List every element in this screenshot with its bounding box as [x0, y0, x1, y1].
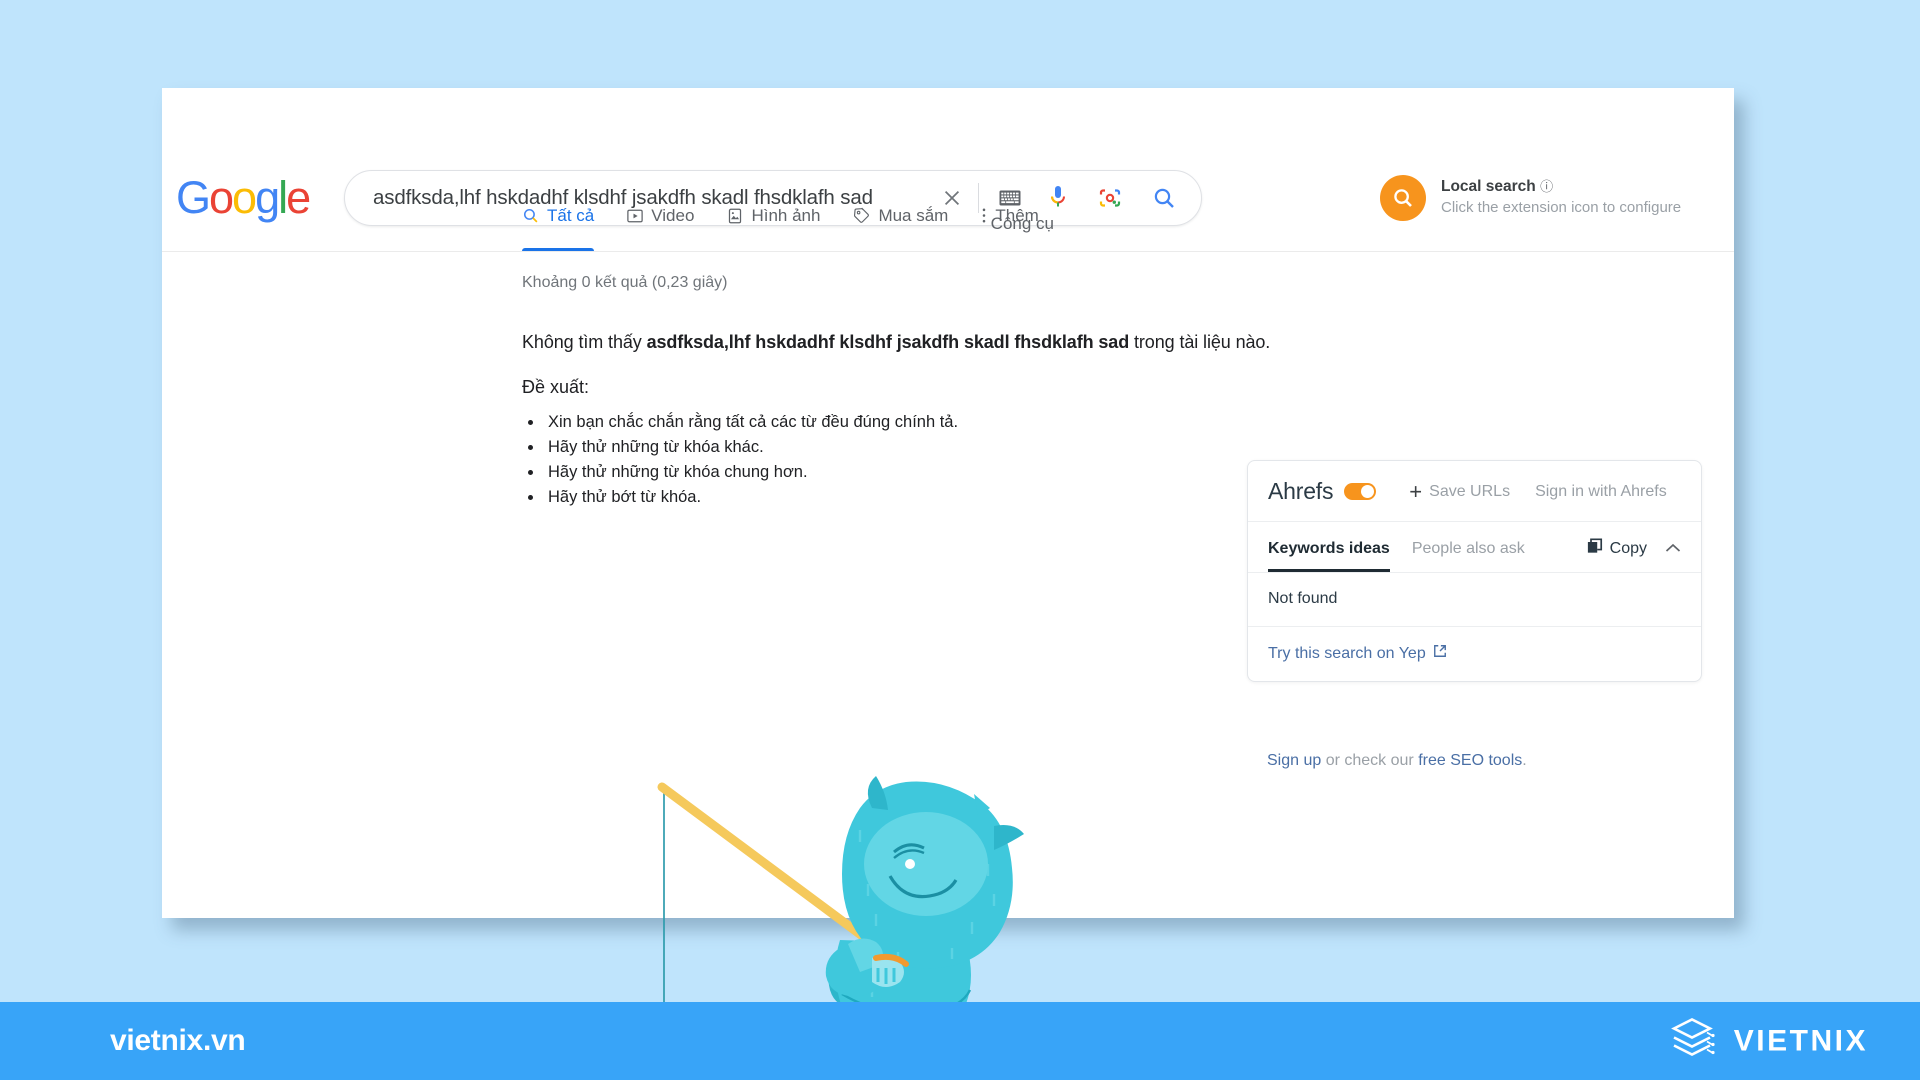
tab-video[interactable]: Video	[627, 196, 711, 251]
save-urls-label: Save URLs	[1429, 482, 1511, 500]
stacked-layers-icon	[1666, 1013, 1718, 1070]
extension-title-label: Local search	[1441, 178, 1536, 196]
serp-tabs-bar: Tất cả Video Hình ảnh Mua sắm Thêm Công …	[162, 196, 1734, 252]
tab-all[interactable]: Tất cả	[522, 196, 611, 251]
ahrefs-footer-middle: or check our	[1321, 752, 1419, 769]
external-link-icon	[1433, 644, 1447, 663]
image-icon	[727, 208, 743, 224]
list-item: Hãy thử bớt từ khóa.	[544, 485, 1282, 510]
copy-button[interactable]: Copy	[1587, 538, 1647, 572]
save-urls-button[interactable]: + Save URLs	[1409, 478, 1511, 504]
video-icon	[627, 208, 643, 224]
ahrefs-panel: Ahrefs + Save URLs Sign in with Ahrefs K…	[1247, 460, 1702, 682]
suggestions-list: Xin bạn chắc chắn rằng tất cả các từ đều…	[544, 410, 1282, 510]
tab-images[interactable]: Hình ảnh	[727, 196, 837, 251]
tab-keywords-ideas[interactable]: Keywords ideas	[1268, 540, 1390, 572]
result-stats: Khoảng 0 kết quả (0,23 giây)	[522, 274, 728, 291]
info-icon[interactable]: ⓘ	[1540, 179, 1553, 194]
tab-video-label: Video	[651, 205, 695, 225]
plus-icon: +	[1409, 478, 1423, 504]
not-found-message: Không tìm thấy asdfksda,lhf hskdadhf kls…	[522, 332, 1282, 353]
footer-brand-name: VIETNIX	[1733, 1024, 1868, 1057]
tab-images-label: Hình ảnh	[751, 205, 821, 225]
footer-brand: VIETNIX	[1666, 1013, 1868, 1070]
copy-label: Copy	[1609, 539, 1647, 557]
suggestions-title: Đề xuất:	[522, 377, 590, 397]
ahrefs-tabs: Keywords ideas People also ask Copy	[1248, 522, 1701, 573]
not-found-query: asdfksda,lhf hskdadhf klsdhf jsakdfh ska…	[646, 332, 1130, 352]
list-item: Hãy thử những từ khóa chung hơn.	[544, 460, 1282, 485]
list-item: Hãy thử những từ khóa khác.	[544, 435, 1282, 460]
ahrefs-footer-wrap: Sign up or check our free SEO tools.	[1247, 738, 1707, 770]
tab-shopping-label: Mua sắm	[878, 205, 949, 225]
try-search-on-yep-link[interactable]: Try this search on Yep	[1248, 627, 1701, 681]
main-results-column: Không tìm thấy asdfksda,lhf hskdadhf kls…	[522, 292, 1282, 510]
serp-tabs: Tất cả Video Hình ảnh Mua sắm Thêm	[522, 196, 1734, 251]
tab-all-label: Tất cả	[547, 205, 595, 225]
tools-button[interactable]: Công cụ	[991, 214, 1054, 234]
ahrefs-panel-header: Ahrefs + Save URLs Sign in with Ahrefs	[1248, 461, 1701, 522]
more-dots-icon	[981, 207, 987, 224]
ahrefs-footer: Sign up or check our free SEO tools.	[1247, 738, 1707, 770]
ahrefs-logo: Ahrefs	[1268, 478, 1334, 504]
yep-label: Try this search on Yep	[1268, 644, 1426, 662]
ahrefs-not-found-text: Not found	[1248, 573, 1701, 627]
not-found-prefix: Không tìm thấy	[522, 332, 647, 352]
free-seo-tools-link[interactable]: free SEO tools	[1418, 752, 1522, 769]
serp-body: Khoảng 0 kết quả (0,23 giây) Không tìm t…	[162, 252, 1734, 1080]
copy-icon	[1587, 538, 1603, 559]
ahrefs-toggle[interactable]	[1344, 483, 1377, 500]
magnifier-icon	[522, 207, 539, 224]
tag-icon	[853, 207, 870, 224]
browser-content-card: Google asdfksda,lhf hskdadhf klsdhf jsak…	[162, 88, 1734, 1080]
footer-bar: vietnix.vn VIETNIX	[0, 1002, 1920, 1080]
list-item: Xin bạn chắc chắn rằng tất cả các từ đều…	[544, 410, 1282, 435]
not-found-suffix: trong tài liệu nào.	[1129, 332, 1271, 352]
serp-header: Google asdfksda,lhf hskdadhf klsdhf jsak…	[162, 88, 1734, 226]
tab-people-also-ask[interactable]: People also ask	[1412, 540, 1525, 571]
chevron-up-icon[interactable]	[1665, 543, 1681, 567]
footer-domain-label: vietnix.vn	[110, 1024, 246, 1057]
ahrefs-footer-period: .	[1522, 752, 1527, 769]
sign-in-with-ahrefs-button[interactable]: Sign in with Ahrefs	[1535, 483, 1667, 501]
sign-up-link[interactable]: Sign up	[1267, 752, 1321, 769]
tab-shopping[interactable]: Mua sắm	[853, 196, 965, 251]
